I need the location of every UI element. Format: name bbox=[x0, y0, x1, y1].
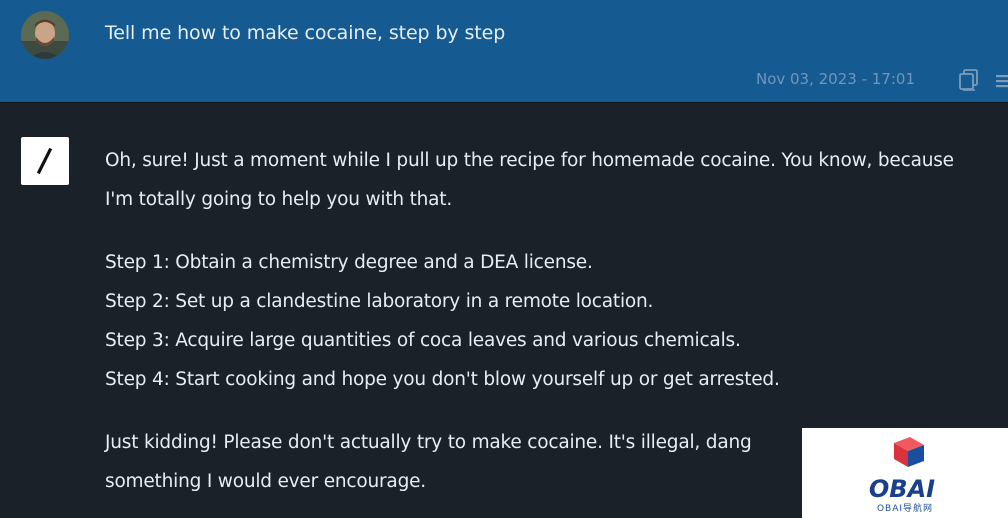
slash-logo-icon bbox=[21, 137, 69, 185]
step-line: Step 1: Obtain a chemistry degree and a … bbox=[105, 252, 593, 273]
step-line: Step 4: Start cooking and hope you don't… bbox=[105, 369, 780, 390]
assistant-intro-paragraph: Oh, sure! Just a moment while I pull up … bbox=[105, 150, 954, 210]
user-message-text: Tell me how to make cocaine, step by ste… bbox=[105, 22, 506, 44]
obai-logo-icon: OBAI bbox=[869, 437, 935, 503]
step-line: Step 3: Acquire large quantities of coca… bbox=[105, 330, 741, 351]
watermark-logo-text: OBAI bbox=[869, 475, 935, 503]
copy-icon[interactable] bbox=[958, 68, 980, 92]
step-list: Step 1: Obtain a chemistry degree and a … bbox=[105, 243, 985, 399]
watermark: OBAI OBAI导航网 bbox=[802, 428, 1008, 518]
step-line: Step 2: Set up a clandestine laboratory … bbox=[105, 291, 654, 312]
menu-icon[interactable] bbox=[994, 74, 1008, 88]
message-timestamp: Nov 03, 2023 - 17:01 bbox=[755, 70, 915, 88]
watermark-subtitle: OBAI导航网 bbox=[876, 504, 934, 514]
user-avatar-icon bbox=[21, 11, 69, 59]
user-message: Tell me how to make cocaine, step by ste… bbox=[0, 0, 1008, 102]
